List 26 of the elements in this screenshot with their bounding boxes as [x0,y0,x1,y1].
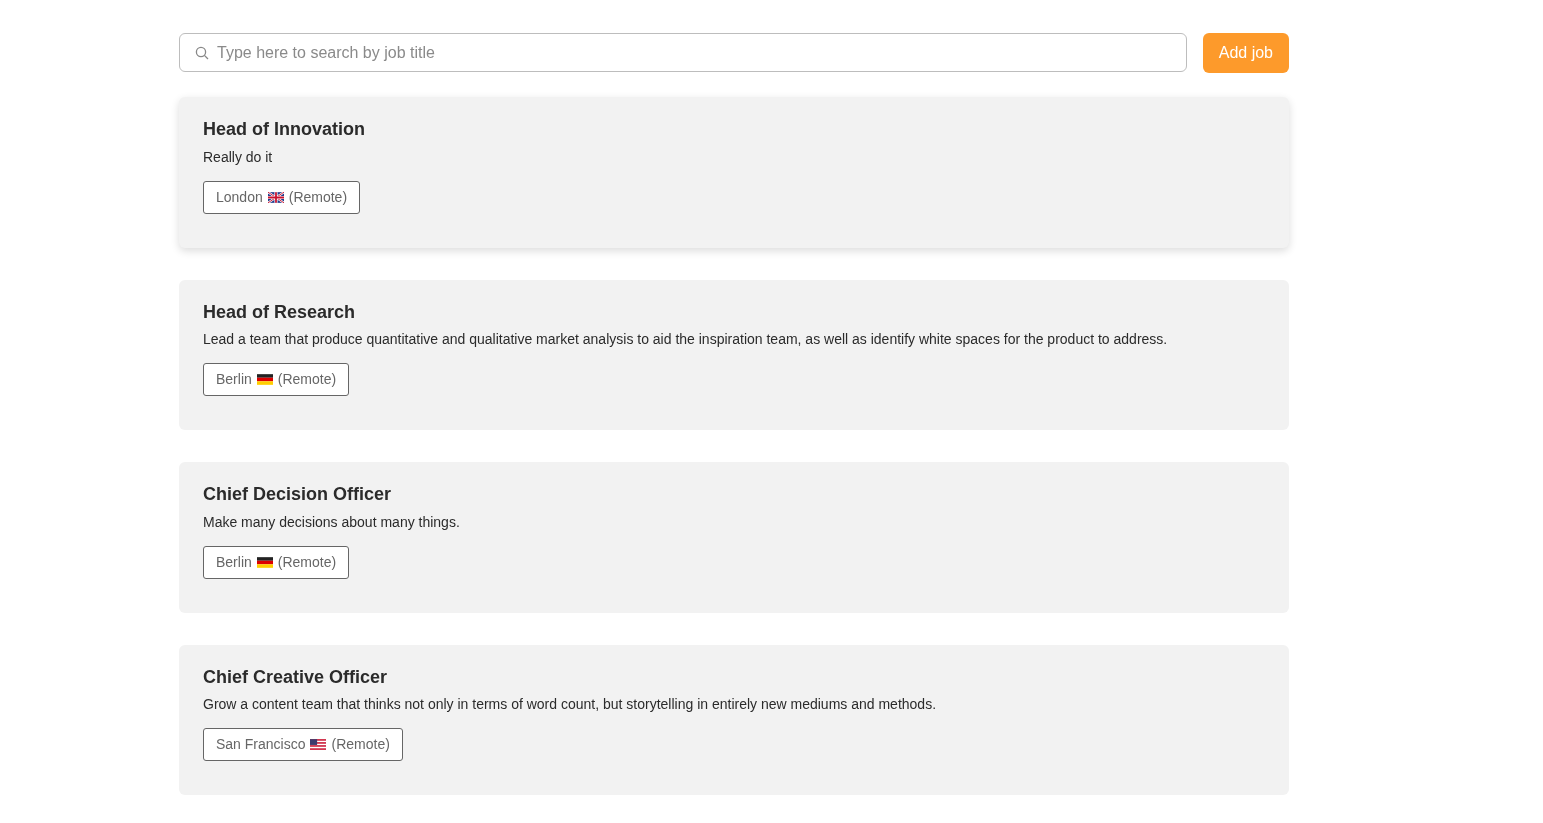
flag-icon [310,739,327,751]
remote-text: (Remote) [331,735,390,755]
job-title: Chief Decision Officer [203,484,393,506]
flag-icon [267,191,284,203]
job-description: Make many decisions about many things. [203,512,461,532]
job-card[interactable]: Head of Innovation Really do it London (Remote) [179,97,1289,248]
location-text: Berlin [216,370,252,390]
job-description: Lead a team that produce quantitative and qualitative market analysis to aid the inspiration team, as well as identify white spaces for the product to address. [203,330,1169,350]
flag-icon [256,556,273,568]
search-field[interactable]: Type here to search by job title [179,33,1187,72]
job-card[interactable]: Chief Creative Officer Grow a content team that thinks not only in terms of word count, but storytelling in entirely new mediums and methods. San Francisco (Remote) [179,644,1289,796]
job-title: Head of Innovation [203,119,366,141]
location-text: Berlin [216,552,252,572]
remote-text: (Remote) [288,187,348,207]
job-title: Chief Creative Officer [203,666,389,689]
location-text: London [216,187,263,207]
job-title: Head of Research [203,301,357,324]
job-card[interactable]: Chief Decision Officer Make many decisions about many things. Berlin (Remote) [179,462,1289,613]
job-description: Really do it [203,147,274,167]
search-icon [195,46,209,60]
flag-icon [256,374,273,386]
remote-text: (Remote) [277,552,337,572]
remote-text: (Remote) [277,370,337,390]
location-text: San Francisco [216,735,306,755]
job-card[interactable]: Head of Research Lead a team that produce quantitative and qualitative market analysis to aid the inspiration team, as well as identify white spaces for the product to address. Berlin (Remote) [179,279,1289,431]
job-description: Grow a content team that thinks not only in terms of word count, but storytelling in entirely new mediums and methods. [203,695,938,715]
